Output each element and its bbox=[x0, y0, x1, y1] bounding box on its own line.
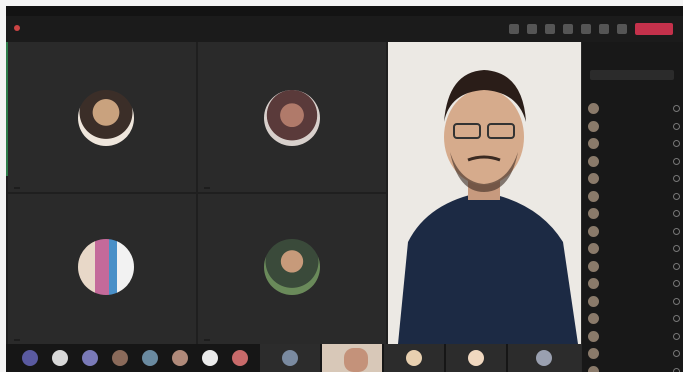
avatar bbox=[78, 239, 134, 295]
search-input[interactable] bbox=[590, 70, 674, 80]
participants-list bbox=[588, 100, 680, 372]
video-thumbnail[interactable] bbox=[260, 344, 320, 372]
avatar[interactable] bbox=[232, 350, 248, 366]
mic-icon bbox=[673, 297, 680, 305]
avatar bbox=[588, 103, 599, 115]
video-tile[interactable] bbox=[198, 194, 386, 344]
camera-icon[interactable] bbox=[581, 24, 591, 34]
more-icon[interactable] bbox=[563, 24, 573, 34]
mic-icon bbox=[673, 140, 680, 148]
list-item[interactable] bbox=[588, 363, 680, 372]
title-bar bbox=[6, 6, 683, 16]
active-speaker-video[interactable] bbox=[388, 42, 581, 344]
meeting-toolbar bbox=[6, 16, 683, 42]
list-item[interactable] bbox=[588, 328, 680, 346]
avatar bbox=[588, 278, 599, 290]
mic-icon bbox=[673, 175, 680, 183]
participant-name bbox=[14, 339, 20, 341]
mic-icon bbox=[673, 157, 680, 165]
avatar bbox=[588, 138, 599, 150]
participants-panel bbox=[581, 42, 683, 372]
list-item[interactable] bbox=[588, 118, 680, 136]
mic-icon bbox=[673, 332, 680, 340]
mic-icon bbox=[673, 227, 680, 235]
avatar bbox=[588, 120, 599, 132]
mic-icon bbox=[673, 192, 680, 200]
video-tile[interactable] bbox=[8, 42, 196, 192]
avatar bbox=[78, 90, 134, 146]
list-item[interactable] bbox=[588, 135, 680, 153]
avatar bbox=[264, 90, 320, 146]
list-item[interactable] bbox=[588, 258, 680, 276]
meeting-window bbox=[6, 6, 683, 372]
chat-icon[interactable] bbox=[527, 24, 537, 34]
mic-icon bbox=[673, 280, 680, 288]
avatar bbox=[588, 260, 599, 272]
video-tile[interactable] bbox=[198, 42, 386, 192]
reactions-icon[interactable] bbox=[545, 24, 555, 34]
list-item[interactable] bbox=[588, 153, 680, 171]
speaker-image bbox=[388, 42, 581, 344]
avatar bbox=[588, 313, 599, 325]
avatar[interactable] bbox=[172, 350, 188, 366]
participant-name bbox=[204, 339, 210, 341]
mic-icon bbox=[673, 210, 680, 218]
list-item[interactable] bbox=[588, 240, 680, 258]
mic-icon bbox=[673, 122, 680, 130]
avatar[interactable] bbox=[52, 350, 68, 366]
recording-icon bbox=[14, 25, 20, 31]
avatar[interactable] bbox=[202, 350, 218, 366]
video-thumbnail[interactable] bbox=[384, 344, 444, 372]
list-item[interactable] bbox=[588, 188, 680, 206]
avatar bbox=[588, 173, 599, 185]
video-thumbnail[interactable] bbox=[322, 344, 382, 372]
avatar bbox=[588, 365, 599, 372]
mic-icon bbox=[673, 105, 680, 113]
mic-icon bbox=[673, 315, 680, 323]
participant-name bbox=[14, 187, 20, 189]
avatar[interactable] bbox=[22, 350, 38, 366]
avatar bbox=[588, 348, 599, 360]
list-item[interactable] bbox=[588, 275, 680, 293]
avatar[interactable] bbox=[82, 350, 98, 366]
list-item[interactable] bbox=[588, 205, 680, 223]
mic-icon bbox=[673, 367, 680, 372]
mic-icon bbox=[673, 245, 680, 253]
avatar bbox=[588, 225, 599, 237]
mic-icon[interactable] bbox=[599, 24, 609, 34]
video-thumbnail[interactable] bbox=[446, 344, 506, 372]
avatar bbox=[588, 155, 599, 167]
avatar[interactable] bbox=[142, 350, 158, 366]
participant-name bbox=[204, 187, 210, 189]
avatar bbox=[588, 208, 599, 220]
avatar bbox=[588, 330, 599, 342]
avatar bbox=[588, 295, 599, 307]
mic-icon bbox=[673, 262, 680, 270]
avatar[interactable] bbox=[112, 350, 128, 366]
video-tile[interactable] bbox=[8, 194, 196, 344]
list-item[interactable] bbox=[588, 345, 680, 363]
list-item[interactable] bbox=[588, 100, 680, 118]
participants-icon[interactable] bbox=[509, 24, 519, 34]
leave-button[interactable] bbox=[635, 23, 673, 35]
avatar bbox=[588, 243, 599, 255]
list-item[interactable] bbox=[588, 223, 680, 241]
share-icon[interactable] bbox=[617, 24, 627, 34]
avatar bbox=[264, 239, 320, 295]
video-thumbnail[interactable] bbox=[508, 344, 581, 372]
list-item[interactable] bbox=[588, 293, 680, 311]
avatar bbox=[588, 190, 599, 202]
list-item[interactable] bbox=[588, 170, 680, 188]
list-item[interactable] bbox=[588, 310, 680, 328]
mic-icon bbox=[673, 350, 680, 358]
